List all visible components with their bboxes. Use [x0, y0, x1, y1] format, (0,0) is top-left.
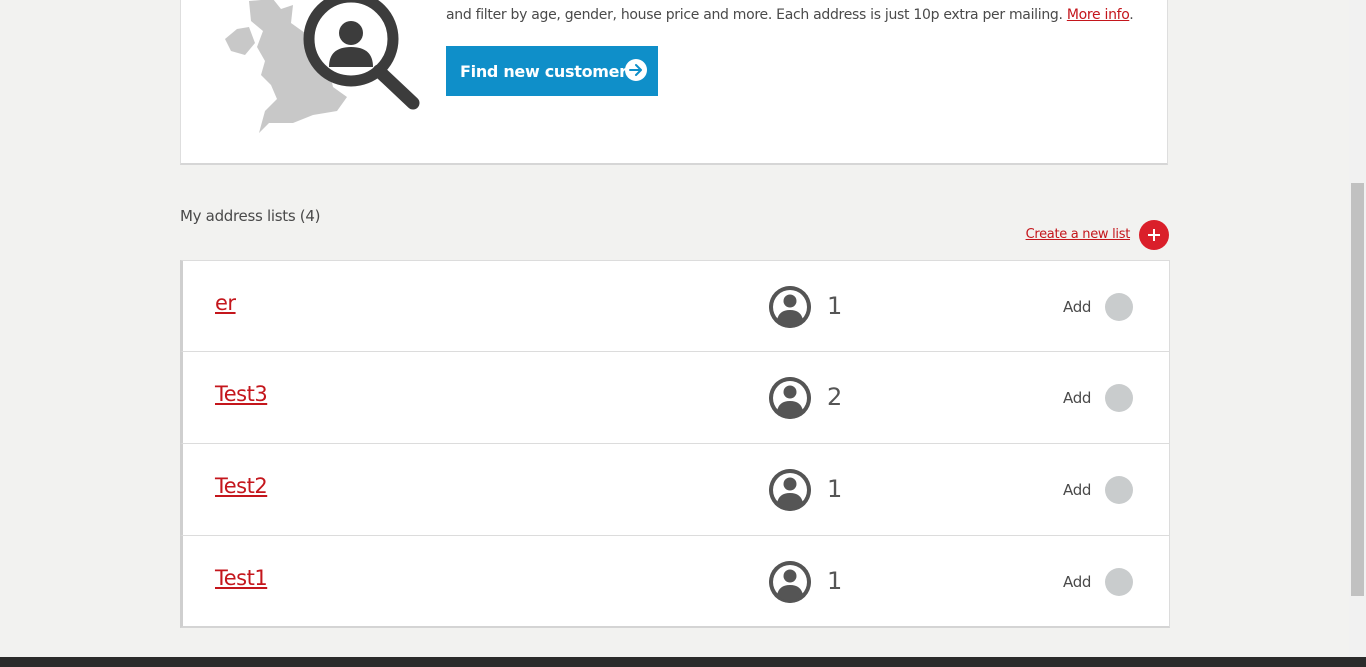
- footer-bar: [0, 657, 1366, 667]
- address-list-table: er 1 Add Test3 2 Add Test2 1 Add Test1 1…: [180, 260, 1170, 628]
- create-new-list-plus-icon[interactable]: [1139, 220, 1169, 250]
- add-label: Add: [1063, 298, 1092, 316]
- person-icon: [769, 286, 811, 328]
- contact-count: 1: [827, 475, 843, 503]
- scrollbar-thumb[interactable]: [1351, 183, 1364, 596]
- add-label: Add: [1063, 573, 1092, 591]
- contact-count: 1: [827, 292, 843, 320]
- uk-map-magnifier-icon: [225, 0, 420, 133]
- list-name-link[interactable]: Test3: [215, 382, 268, 406]
- find-customers-promo: and filter by age, gender, house price a…: [180, 0, 1168, 165]
- promo-description: and filter by age, gender, house price a…: [446, 5, 1146, 25]
- add-toggle[interactable]: [1105, 293, 1133, 321]
- add-label: Add: [1063, 481, 1092, 499]
- find-new-customers-button[interactable]: Find new customers: [446, 46, 658, 96]
- create-new-list-link[interactable]: Create a new list: [1026, 227, 1131, 242]
- person-icon: [769, 561, 811, 603]
- add-toggle[interactable]: [1105, 384, 1133, 412]
- add-toggle[interactable]: [1105, 476, 1133, 504]
- list-name-link[interactable]: Test2: [215, 474, 268, 498]
- add-label: Add: [1063, 389, 1092, 407]
- list-name-link[interactable]: er: [215, 291, 236, 315]
- add-toggle[interactable]: [1105, 568, 1133, 596]
- person-icon: [769, 377, 811, 419]
- list-name-link[interactable]: Test1: [215, 566, 268, 590]
- list-item: Test1 1 Add: [180, 536, 1170, 628]
- more-info-link[interactable]: More info: [1067, 7, 1130, 23]
- contact-count: 1: [827, 567, 843, 595]
- list-item: Test3 2 Add: [180, 352, 1170, 444]
- list-item: Test2 1 Add: [180, 444, 1170, 536]
- address-lists-heading: My address lists (4): [180, 207, 321, 225]
- contact-count: 2: [827, 383, 843, 411]
- list-item: er 1 Add: [180, 260, 1170, 352]
- person-icon: [769, 469, 811, 511]
- promo-period: .: [1129, 7, 1134, 23]
- find-new-customers-label: Find new customers: [460, 61, 636, 81]
- promo-text: and filter by age, gender, house price a…: [446, 7, 1063, 23]
- arrow-right-circle-icon: [625, 59, 647, 81]
